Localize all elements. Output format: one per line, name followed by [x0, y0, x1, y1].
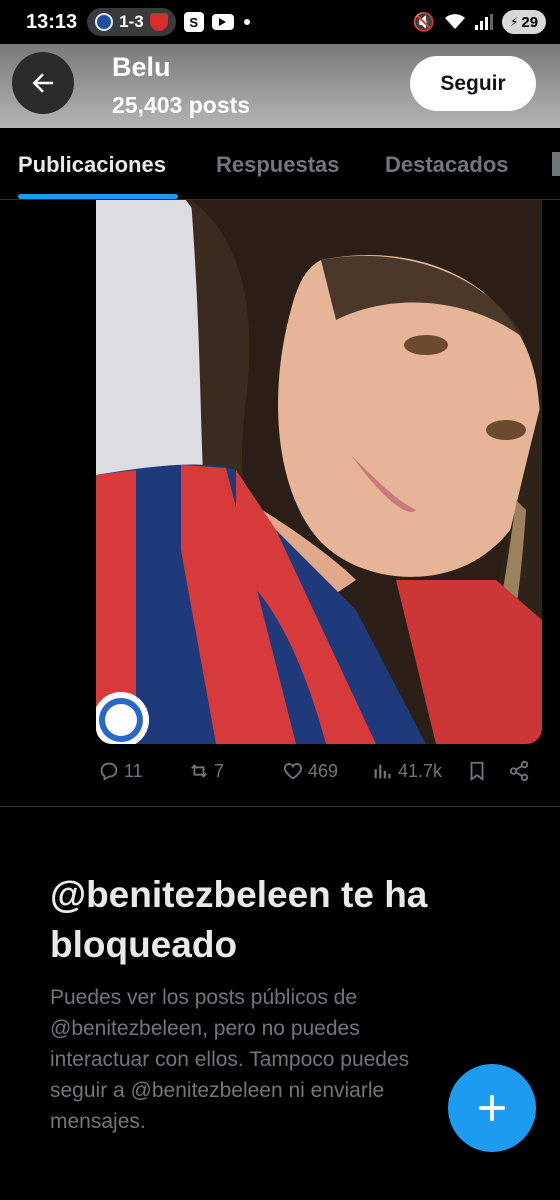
more-notifications-dot — [243, 19, 250, 25]
live-score-pill[interactable]: 1-3 — [87, 8, 176, 36]
chelsea-crest-icon — [95, 13, 114, 31]
repost-icon — [191, 764, 207, 778]
app-notification-icon — [183, 12, 204, 32]
status-bar: 13:13 1-3 🔇 ⚡ 29 — [0, 0, 560, 44]
live-score: 1-3 — [119, 12, 144, 31]
mute-icon: 🔇 — [412, 11, 435, 32]
post-divider — [0, 806, 560, 807]
repost-count: 7 — [214, 760, 225, 781]
post-image[interactable] — [96, 200, 542, 744]
views-icon — [374, 764, 391, 779]
profile-name: Belu — [112, 52, 171, 82]
profile-tabs: Publicaciones Respuestas Destacados — [0, 128, 560, 200]
share-button[interactable] — [508, 760, 530, 782]
reply-count: 11 — [124, 760, 143, 781]
battery-level: 29 — [521, 13, 539, 31]
wifi-icon — [445, 14, 465, 29]
forest-crest-icon — [149, 13, 168, 31]
view-count: 41.7k — [398, 760, 443, 781]
profile-photo — [96, 200, 542, 744]
charging-icon: ⚡ — [509, 15, 519, 29]
plus-icon — [478, 1094, 506, 1122]
arrow-left-icon — [32, 73, 53, 93]
youtube-notification-icon — [211, 14, 234, 30]
comment-icon — [100, 762, 118, 781]
tab-respuestas[interactable]: Respuestas — [216, 152, 340, 178]
profile-header: Belu 25,403 posts Seguir — [0, 44, 560, 128]
like-button[interactable]: 469 — [282, 760, 338, 782]
bookmark-icon — [470, 761, 484, 782]
heart-icon — [283, 763, 303, 780]
tab-publicaciones[interactable]: Publicaciones — [18, 152, 166, 178]
bookmark-button[interactable] — [466, 760, 488, 782]
back-button[interactable] — [12, 52, 74, 114]
battery-indicator: ⚡ 29 — [502, 10, 546, 34]
reply-button[interactable]: 11 — [98, 760, 143, 782]
blocked-title: @benitezbeleen te ha bloqueado — [50, 874, 428, 965]
signal-icon — [475, 14, 493, 30]
compose-button[interactable] — [448, 1064, 536, 1152]
tab-overflow[interactable] — [552, 152, 560, 176]
tab-destacados[interactable]: Destacados — [385, 152, 509, 178]
repost-button[interactable]: 7 — [188, 760, 224, 782]
post-actions: 11 7 469 41.7k — [96, 756, 542, 788]
like-count: 469 — [308, 760, 339, 781]
status-time: 13:13 — [26, 10, 78, 33]
blocked-description: Puedes ver los posts públicos de @benite… — [50, 986, 410, 1133]
posts-count: 25,403 posts — [112, 92, 251, 118]
follow-button[interactable]: Seguir — [410, 56, 536, 111]
views-button[interactable]: 41.7k — [372, 760, 442, 782]
active-tab-indicator — [18, 194, 178, 199]
share-icon — [509, 760, 529, 782]
